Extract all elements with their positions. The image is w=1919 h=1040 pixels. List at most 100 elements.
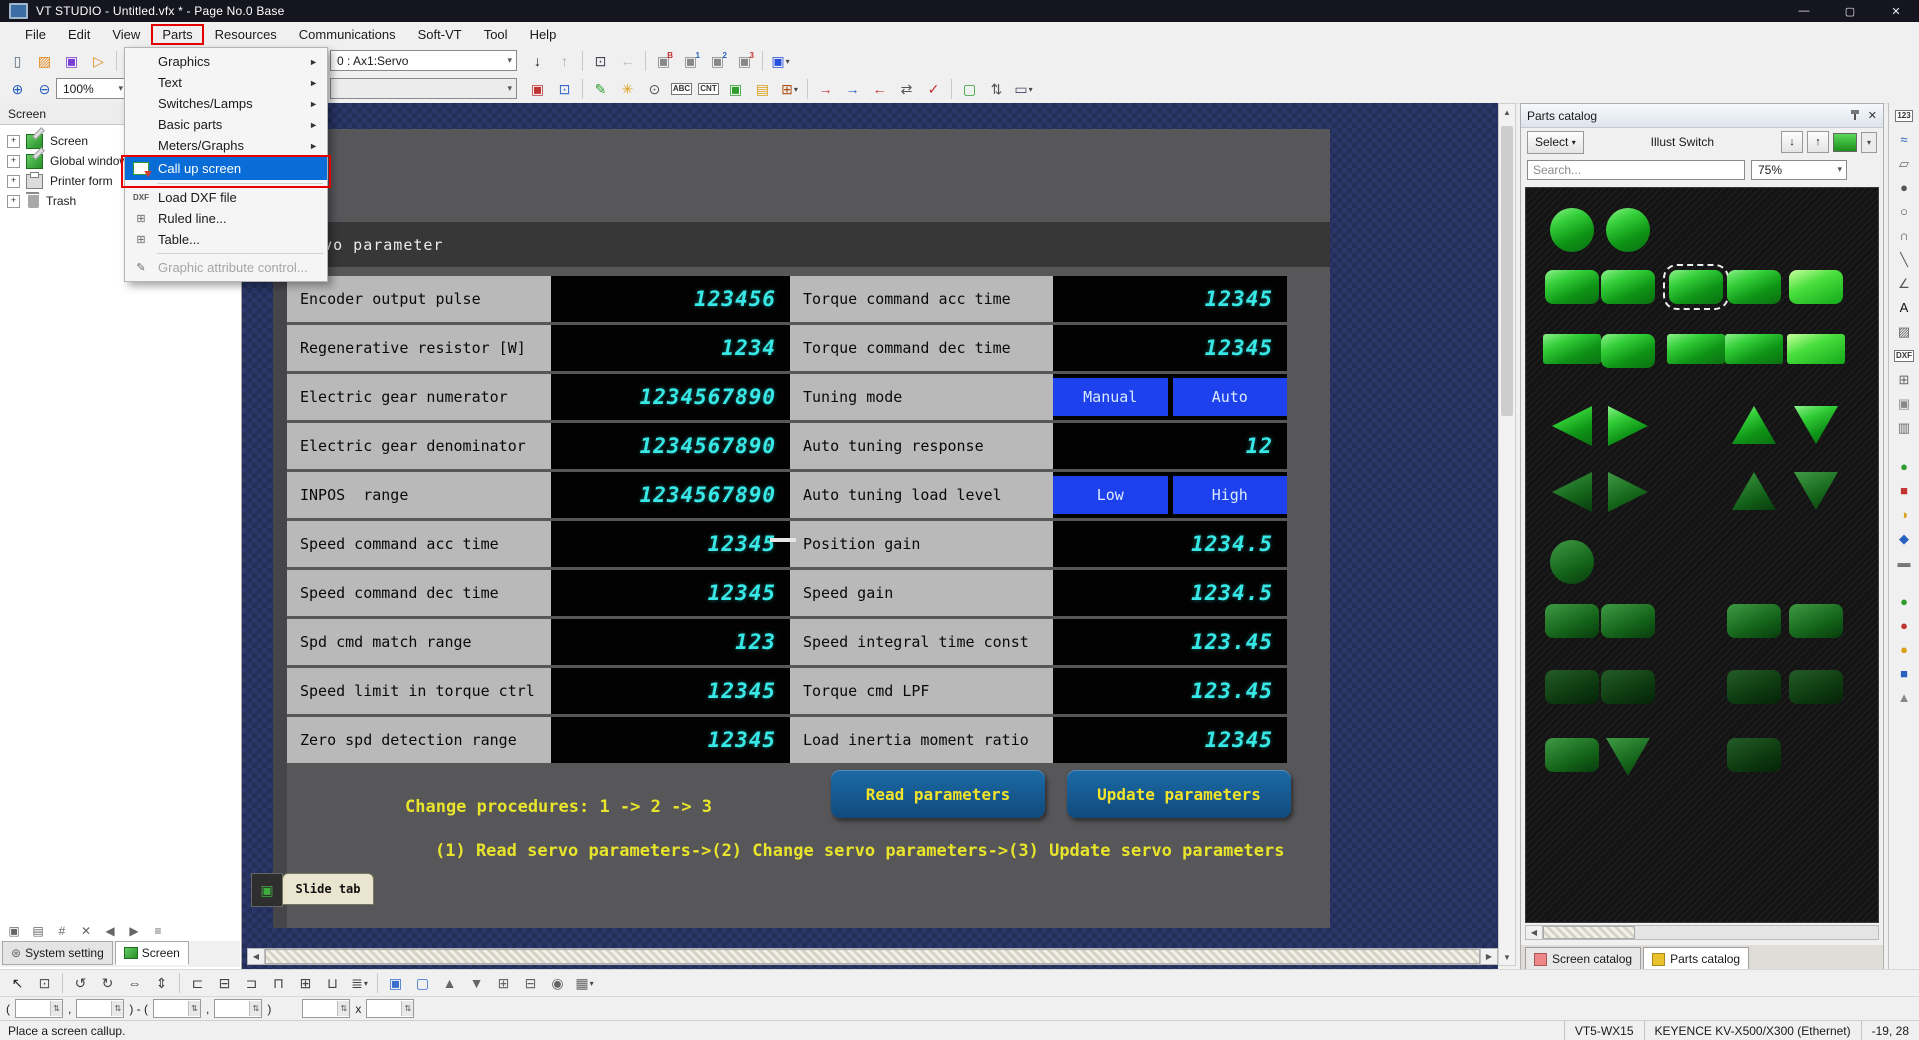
group-icon[interactable]: ⊞ bbox=[491, 971, 516, 995]
part-shape-tri-right[interactable] bbox=[1608, 406, 1648, 446]
usb-connect-icon[interactable]: ⇅ bbox=[984, 77, 1009, 101]
counter-list-icon[interactable]: CNT bbox=[696, 77, 721, 101]
screen-in-icon[interactable]: → bbox=[813, 77, 838, 101]
switch-part-icon[interactable]: ■ bbox=[1890, 479, 1918, 502]
screen-number-icon[interactable]: # bbox=[51, 920, 73, 941]
distribute-icon[interactable]: ≣▾ bbox=[347, 971, 372, 995]
part-shape-tri-up[interactable] bbox=[1732, 472, 1776, 510]
menu-item-graphic-attribute-control[interactable]: ✎Graphic attribute control... bbox=[125, 257, 327, 278]
menu-tool[interactable]: Tool bbox=[473, 24, 519, 45]
save-icon[interactable]: ▣ bbox=[59, 49, 84, 73]
rotate-right-icon[interactable]: ↻ bbox=[95, 971, 120, 995]
export-file-icon[interactable]: ▷ bbox=[86, 49, 111, 73]
align-center-icon[interactable]: ⊟ bbox=[212, 971, 237, 995]
expand-icon[interactable]: + bbox=[7, 195, 20, 208]
toggle-button-manual[interactable]: Manual bbox=[1053, 378, 1168, 416]
align-top-icon[interactable]: ⊓ bbox=[266, 971, 291, 995]
stepper-icon[interactable]: ⇅ bbox=[50, 1001, 62, 1016]
scroll-left-icon[interactable]: ◀ bbox=[248, 949, 265, 964]
filled-circle-tool-icon[interactable]: ● bbox=[1890, 176, 1918, 199]
part-shape-rrect[interactable] bbox=[1789, 604, 1843, 638]
menu-item-switches-lamps[interactable]: Switches/Lamps► bbox=[125, 93, 327, 114]
part-shape-tri-down[interactable] bbox=[1606, 738, 1650, 776]
coordinate-field[interactable]: ⇅ bbox=[366, 999, 414, 1018]
preview-icon[interactable]: ⊙ bbox=[642, 77, 667, 101]
hatch-tool-icon[interactable]: ▨ bbox=[1890, 320, 1918, 343]
move-up-button[interactable]: ↑ bbox=[1807, 131, 1829, 153]
expand-icon[interactable]: + bbox=[7, 135, 20, 148]
simulator-icon[interactable]: ▢ bbox=[957, 77, 982, 101]
part-shape-tri-down[interactable] bbox=[1794, 472, 1838, 510]
select-parts-icon[interactable]: ⊡ bbox=[588, 49, 613, 73]
layer-3-icon[interactable]: ▣3 bbox=[732, 49, 757, 73]
circle-tool-icon[interactable]: ○ bbox=[1890, 200, 1918, 223]
grid-settings-icon[interactable]: ⊞▾ bbox=[777, 77, 802, 101]
send-to-back-icon[interactable]: ▢ bbox=[410, 971, 435, 995]
part-shape-rrect[interactable] bbox=[1601, 670, 1655, 704]
menu-item-meters-graphs[interactable]: Meters/Graphs► bbox=[125, 135, 327, 156]
red-lamp-icon[interactable]: ● bbox=[1890, 614, 1918, 637]
slide-tab[interactable]: Slide tab bbox=[282, 873, 374, 905]
part-shape-tri-up[interactable] bbox=[1732, 406, 1776, 444]
edit-canvas[interactable]: Servo parameter Encoder output pulse1234… bbox=[242, 103, 1498, 969]
scroll-up-icon[interactable]: ▲ bbox=[1499, 104, 1515, 120]
copy-screen-icon[interactable]: ▤ bbox=[27, 920, 49, 941]
tab-parts-catalog[interactable]: Parts catalog bbox=[1643, 947, 1749, 971]
stepper-icon[interactable]: ⇅ bbox=[111, 1001, 123, 1016]
monitor-check-icon[interactable]: ✓ bbox=[921, 77, 946, 101]
lamp-part-icon[interactable]: ● bbox=[1890, 455, 1918, 478]
bring-to-front-icon[interactable]: ▣ bbox=[383, 971, 408, 995]
screen-properties-icon[interactable]: ≡ bbox=[147, 920, 169, 941]
chart-part-icon[interactable]: ▥ bbox=[1890, 416, 1918, 439]
part-shape-tri-down[interactable] bbox=[1794, 406, 1838, 444]
part-shape-rrect[interactable] bbox=[1727, 604, 1781, 638]
menu-item-call-up-screen[interactable]: Call up screen bbox=[125, 156, 327, 180]
bar-part-icon[interactable]: ▬ bbox=[1890, 551, 1918, 574]
coordinate-field[interactable]: ⇅ bbox=[302, 999, 350, 1018]
trend-graph-icon[interactable]: ≈ bbox=[1890, 128, 1918, 151]
tab-system-setting[interactable]: ⊛System setting bbox=[2, 941, 113, 965]
menu-item-table[interactable]: ⊞Table... bbox=[125, 229, 327, 250]
menu-item-graphics[interactable]: Graphics► bbox=[125, 51, 327, 72]
next-screen-icon[interactable]: ▶ bbox=[123, 920, 145, 941]
level-meter-icon[interactable]: ▱ bbox=[1890, 152, 1918, 175]
back-navigate-icon[interactable]: ← bbox=[615, 49, 640, 73]
lock-icon[interactable]: ◉ bbox=[545, 971, 570, 995]
new-file-icon[interactable]: ▯ bbox=[5, 49, 30, 73]
menu-resources[interactable]: Resources bbox=[204, 24, 288, 45]
scroll-down-icon[interactable]: ▼ bbox=[1499, 949, 1515, 965]
device-monitor-icon[interactable]: ▭▾ bbox=[1011, 77, 1036, 101]
draw-color-icon[interactable]: ▣▾ bbox=[768, 49, 793, 73]
tab-screen[interactable]: Screen bbox=[115, 941, 189, 965]
blue-part-icon[interactable]: ■ bbox=[1890, 662, 1918, 685]
tab-screen-catalog[interactable]: Screen catalog bbox=[1525, 947, 1641, 971]
meter-part-icon[interactable]: ◑ bbox=[1890, 503, 1918, 526]
color-dropdown-icon[interactable]: ▾ bbox=[1861, 132, 1877, 153]
toggle-button-low[interactable]: Low bbox=[1053, 476, 1168, 514]
menu-item-basic-parts[interactable]: Basic parts► bbox=[125, 114, 327, 135]
stepper-icon[interactable]: ⇅ bbox=[337, 1001, 349, 1016]
move-up-icon[interactable]: ↑ bbox=[552, 49, 577, 73]
coordinate-field[interactable]: ⇅ bbox=[153, 999, 201, 1018]
align-right-icon[interactable]: ⊐ bbox=[239, 971, 264, 995]
align-middle-icon[interactable]: ⊞ bbox=[293, 971, 318, 995]
toggle-button-auto[interactable]: Auto bbox=[1173, 378, 1288, 416]
part-shape-rrect[interactable] bbox=[1669, 270, 1723, 304]
ungroup-icon[interactable]: ⊟ bbox=[518, 971, 543, 995]
menu-item-load-dxf-file[interactable]: DXFLoad DXF file bbox=[125, 187, 327, 208]
option-settings-icon[interactable]: ✳ bbox=[615, 77, 640, 101]
part-shape-tri-left[interactable] bbox=[1552, 472, 1592, 512]
menu-communications[interactable]: Communications bbox=[288, 24, 407, 45]
part-shape-rrect[interactable] bbox=[1727, 270, 1781, 304]
menu-parts[interactable]: Parts bbox=[151, 24, 203, 45]
delete-screen-icon[interactable]: ✕ bbox=[75, 920, 97, 941]
part-shape-rrect[interactable] bbox=[1727, 670, 1781, 704]
part-shape-rect[interactable] bbox=[1787, 334, 1845, 364]
flip-horizontal-icon[interactable]: ⇔ bbox=[122, 971, 147, 995]
move-down-icon[interactable]: ↓ bbox=[525, 49, 550, 73]
more-tools-icon[interactable]: ▦▾ bbox=[572, 971, 597, 995]
canvas-vertical-scrollbar[interactable]: ▲ ▼ bbox=[1498, 103, 1516, 966]
stepper-icon[interactable]: ⇅ bbox=[249, 1001, 261, 1016]
text-tool-icon[interactable]: A bbox=[1890, 296, 1918, 319]
slide-tab-icon[interactable]: ▣ bbox=[251, 873, 283, 907]
